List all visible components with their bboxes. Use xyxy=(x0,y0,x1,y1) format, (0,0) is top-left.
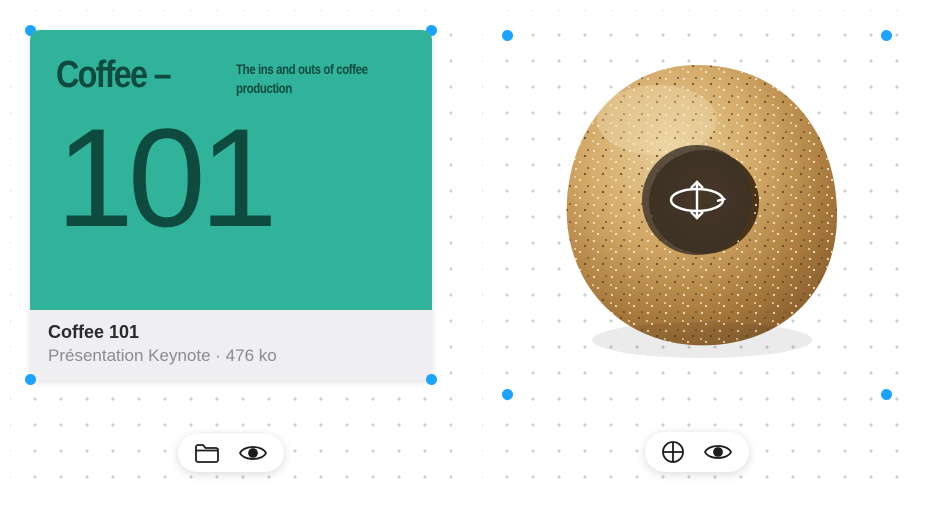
eye-icon[interactable] xyxy=(703,441,733,463)
canvas-panel-right xyxy=(482,10,912,500)
selection-handle[interactable] xyxy=(881,389,892,400)
selection-handle[interactable] xyxy=(502,389,513,400)
selection-handle[interactable] xyxy=(426,374,437,385)
file-metadata: Coffee 101 Présentation Keynote · 476 ko xyxy=(30,310,432,380)
rotate-3d-icon xyxy=(665,168,729,232)
bagel-3d-object[interactable] xyxy=(537,40,857,360)
object-toolbar xyxy=(645,432,749,472)
selection-handle[interactable] xyxy=(502,30,513,41)
slide-subtitle: The ins and outs of coffee production xyxy=(236,60,375,98)
slide-heading: Coffee – xyxy=(56,54,170,98)
selection-handle[interactable] xyxy=(881,30,892,41)
file-preview-card[interactable]: Coffee – The ins and outs of coffee prod… xyxy=(30,30,432,380)
object-toolbar xyxy=(178,434,284,472)
globe-icon[interactable] xyxy=(661,440,685,464)
canvas-panel-left: Coffee – The ins and outs of coffee prod… xyxy=(10,10,452,500)
folder-icon[interactable] xyxy=(194,442,220,464)
slide-big-number: 101 xyxy=(56,108,406,248)
file-name: Coffee 101 xyxy=(48,322,414,343)
file-type-size: Présentation Keynote · 476 ko xyxy=(48,346,414,366)
selection-handle[interactable] xyxy=(25,374,36,385)
keynote-slide-thumbnail: Coffee – The ins and outs of coffee prod… xyxy=(30,30,432,310)
eye-icon[interactable] xyxy=(238,442,268,464)
rotate-3d-overlay[interactable] xyxy=(642,145,752,255)
